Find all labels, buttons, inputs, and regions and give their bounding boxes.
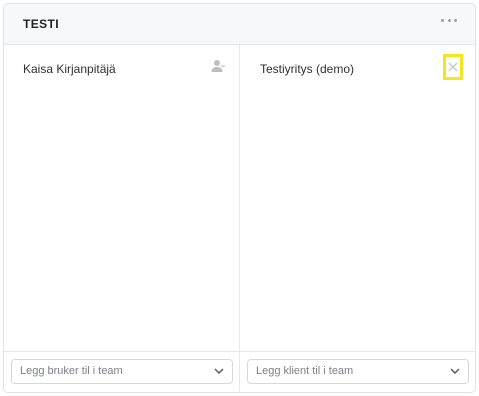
add-client-select[interactable]: Legg klient til i team: [247, 359, 469, 384]
user-name: Kaisa Kirjanpitäjä: [23, 62, 116, 76]
clients-footer: Legg klient til i team: [240, 351, 475, 392]
chevron-down-icon: [214, 368, 224, 374]
clients-column: Testiyritys (demo) Legg klient til i tea…: [240, 45, 475, 392]
team-card: TESTI Kaisa Kirjanpitäjä Legg bruker til…: [3, 3, 476, 393]
users-footer: Legg bruker til i team: [4, 351, 239, 392]
chevron-down-icon: [450, 368, 460, 374]
more-horizontal-icon: [441, 18, 444, 22]
add-user-placeholder: Legg bruker til i team: [20, 365, 123, 377]
client-name: Testiyritys (demo): [260, 62, 355, 76]
add-client-placeholder: Legg klient til i team: [256, 365, 354, 377]
more-options-button[interactable]: [441, 14, 457, 26]
remove-client-button[interactable]: [443, 54, 463, 80]
team-title: TESTI: [23, 17, 60, 31]
card-header: TESTI: [4, 4, 475, 45]
user-icon[interactable]: [211, 59, 225, 73]
close-icon: [448, 62, 458, 72]
users-column: Kaisa Kirjanpitäjä Legg bruker til i tea…: [4, 45, 240, 392]
add-user-select[interactable]: Legg bruker til i team: [11, 359, 233, 384]
